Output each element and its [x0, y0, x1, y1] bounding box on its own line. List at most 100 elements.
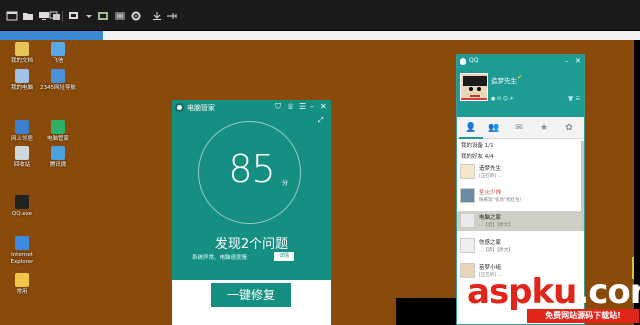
- contact-avatar: [460, 238, 475, 253]
- close-icon[interactable]: ✕: [320, 103, 327, 111]
- list-item[interactable]: 电脑之家 …【后】【原文】: [457, 211, 584, 231]
- list-item[interactable]: 圣火少帅 快来玩“农场”抢红包！: [457, 186, 584, 206]
- avatar[interactable]: [460, 73, 488, 101]
- address-band: [103, 31, 640, 40]
- pc-manager-title: 电脑管家: [187, 104, 215, 112]
- one-click-fix-button[interactable]: 一键修复: [211, 283, 291, 307]
- documents-icon: [15, 42, 29, 56]
- contact-signature: 快来玩“农场”抢红包！: [479, 198, 525, 203]
- desktop-icon-label: Internet Explorer: [10, 252, 34, 265]
- desktop-icon-label: 我的电脑: [10, 85, 33, 91]
- desktop-icon[interactable]: QQ.exe: [4, 195, 40, 218]
- star-tab-icon[interactable]: ★: [538, 122, 550, 134]
- contact-name: 苗梦小组: [479, 265, 502, 271]
- pc-manager-window: 电脑管家 ⛉ ♕ ☰ – ✕ ⤢ 85 分 发现2个问题 系统异常、电脑速度慢 …: [172, 100, 331, 325]
- watermark-tagline: 免费网站源码下载站!: [527, 309, 639, 323]
- contact-signature: [正在听] ...: [479, 174, 502, 179]
- desktop-icon[interactable]: 网上邻居: [4, 120, 40, 143]
- contact-avatar: [460, 213, 475, 228]
- top-toolbar: [0, 0, 640, 31]
- new-window-icon[interactable]: [6, 11, 18, 21]
- contact-name: 造梦先生: [479, 166, 502, 172]
- fetion-icon: [51, 42, 65, 56]
- skin-icons[interactable]: 👕 ☰: [568, 96, 580, 102]
- minimize-icon[interactable]: –: [565, 57, 569, 65]
- chevron-down-icon[interactable]: [85, 11, 97, 21]
- health-score: 85: [228, 147, 275, 191]
- folder-icon[interactable]: [22, 11, 34, 21]
- group-my-friends[interactable]: 我的好友 4/4: [461, 152, 494, 160]
- contact-avatar: [460, 188, 475, 203]
- contacts-tab-icon[interactable]: 👤: [465, 122, 477, 134]
- chat-tab-icon[interactable]: ✉: [513, 122, 525, 134]
- score-unit: 分: [282, 180, 289, 187]
- separator: [62, 11, 63, 22]
- minimize-icon[interactable]: –: [310, 103, 314, 111]
- desktop-icon-label: 腾讯微: [49, 162, 67, 168]
- issues-subtitle: 系统异常、电脑速度慢: [192, 255, 248, 261]
- desktop-icon[interactable]: 常用: [4, 273, 40, 296]
- menu-icon[interactable]: ☰: [299, 103, 306, 111]
- computer-icon: [15, 69, 29, 83]
- scrollbar[interactable]: [581, 141, 584, 231]
- recycle-bin-icon: [15, 146, 29, 160]
- desktop-icon-label: 2345网址导航: [40, 85, 76, 91]
- vip-crown-icon: ✔: [517, 74, 523, 81]
- browser-icon: [51, 69, 65, 83]
- watermark-logo-domain: .com: [576, 272, 640, 312]
- gear-icon[interactable]: [130, 11, 142, 21]
- grid-icon[interactable]: [114, 11, 126, 21]
- qq-header: QQ – ✕ 造梦先生 ✔ ● ✉ ☺ ☀ 👕 ☰: [457, 55, 584, 117]
- qq-icon: [15, 195, 29, 209]
- display-icon[interactable]: [68, 11, 80, 21]
- ie-icon: [15, 236, 29, 250]
- desktop-icon-label: QQ.exe: [11, 211, 33, 217]
- desktop-icon[interactable]: 我的电脑: [4, 69, 40, 92]
- desktop-icon-label: 我的文档: [10, 58, 33, 64]
- selected-tab-strip: [0, 31, 103, 40]
- pc-manager-logo-icon: [175, 103, 184, 112]
- site-watermark: aspku.com 免费网站源码下载站!: [467, 275, 640, 325]
- desktop-icon[interactable]: 飞信: [40, 42, 76, 65]
- desktop-icon[interactable]: 2345网址导航: [40, 69, 76, 92]
- details-button[interactable]: 详情: [274, 252, 294, 261]
- pc-manager-header: 电脑管家 ⛉ ♕ ☰ – ✕ ⤢ 85 分 发现2个问题 系统异常、电脑速度慢 …: [172, 100, 331, 280]
- space-tab-icon[interactable]: ✿: [563, 122, 575, 134]
- contact-avatar: [460, 164, 475, 179]
- qq-tab-bar: 👤 👥 ✉ ★ ✿: [457, 117, 584, 139]
- desktop-icon[interactable]: 回收站: [4, 146, 40, 169]
- desktop-icon[interactable]: 电脑管家: [40, 120, 76, 143]
- status-icons[interactable]: ● ✉ ☺ ☀: [491, 96, 514, 102]
- download-icon[interactable]: [151, 11, 163, 21]
- desktop-icon-label: 回收站: [13, 162, 31, 168]
- close-icon[interactable]: ✕: [575, 57, 581, 65]
- list-item[interactable]: 造梦先生 [正在听] ...: [457, 162, 584, 182]
- network-icon: [15, 120, 29, 134]
- taskbar-fragment: [396, 298, 456, 325]
- group-my-devices[interactable]: 我的设备 1/1: [461, 141, 494, 149]
- shield-icon[interactable]: ⛉: [275, 103, 281, 111]
- film-icon[interactable]: [97, 11, 109, 21]
- desktop-icon-label: 飞信: [52, 58, 64, 64]
- qq-nickname: 造梦先生: [491, 77, 517, 85]
- contact-signature: …【后】【原文】: [479, 223, 513, 228]
- issues-found-text: 发现2个问题: [214, 237, 289, 252]
- desktop-icon-label: 网上邻居: [10, 136, 33, 142]
- desktop-icon-label: 电脑管家: [46, 136, 69, 142]
- groups-tab-icon[interactable]: 👥: [488, 122, 500, 134]
- list-item[interactable]: 伤感之家 …【后】【原文】: [457, 236, 584, 256]
- folder-icon: [15, 273, 29, 287]
- qq-title: QQ: [469, 57, 479, 64]
- contact-signature: …【后】【原文】: [479, 248, 513, 253]
- copy-windows-icon[interactable]: [49, 11, 61, 21]
- usb-icon[interactable]: [166, 11, 178, 21]
- contact-name: 电脑之家: [479, 215, 502, 221]
- desktop-icon[interactable]: Internet Explorer: [4, 236, 40, 265]
- watermark-logo: aspku.com: [467, 275, 640, 309]
- desktop-icon[interactable]: 腾讯微: [40, 146, 76, 169]
- desktop-icon[interactable]: 我的文档: [4, 42, 40, 65]
- expand-icon[interactable]: ⤢: [318, 116, 324, 124]
- shirt-icon[interactable]: ♕: [287, 103, 294, 111]
- contact-name: 圣火少帅: [479, 190, 502, 196]
- active-tab-indicator: [459, 137, 483, 139]
